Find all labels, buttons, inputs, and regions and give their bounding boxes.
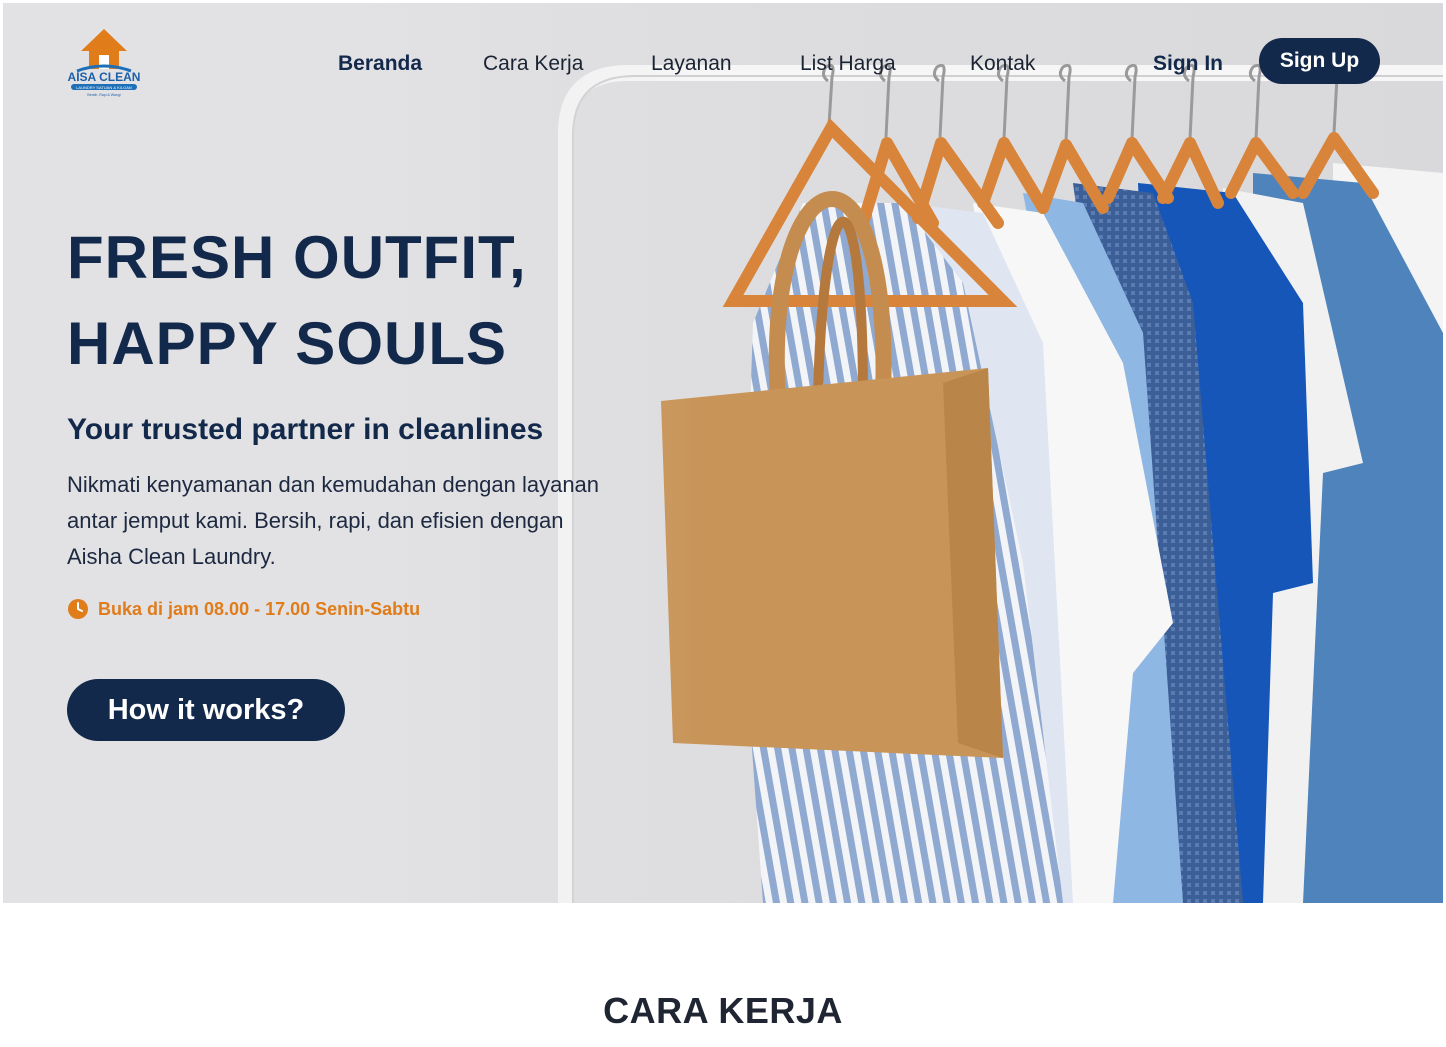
clock-icon	[68, 599, 88, 619]
nav-item-kontak[interactable]: Kontak	[970, 47, 1035, 81]
section-title-cara-kerja: CARA KERJA	[603, 990, 843, 1031]
hero-image	[3, 3, 1443, 903]
hero-section: AISA CLEAN LAUNDRY SATUAN & KILOAN Bersi…	[3, 3, 1443, 903]
svg-text:Bersih, Rapi & Wangi: Bersih, Rapi & Wangi	[87, 93, 120, 97]
hero-description-line2: antar jemput kami. Bersih, rapi, dan efi…	[67, 508, 564, 533]
nav-item-list-harga[interactable]: List Harga	[800, 47, 896, 81]
opening-hours: Buka di jam 08.00 - 17.00 Senin-Sabtu	[67, 597, 420, 621]
nav-item-beranda[interactable]: Beranda	[338, 47, 422, 81]
main-nav: Beranda Cara Kerja Layanan List Harga Ko…	[3, 47, 1443, 81]
opening-hours-text: Buka di jam 08.00 - 17.00 Senin-Sabtu	[98, 598, 421, 619]
how-it-works-button[interactable]: How it works?	[67, 679, 345, 741]
nav-item-cara-kerja[interactable]: Cara Kerja	[483, 47, 583, 81]
hero-headline-line2: HAPPY SOULS	[67, 310, 507, 377]
hero-description-line3: Aisha Clean Laundry.	[67, 544, 276, 569]
hero-description-line1: Nikmati kenyamanan dan kemudahan dengan …	[67, 472, 600, 497]
hero-headline: FRESH OUTFIT, HAPPY SOULS	[67, 215, 667, 387]
hero-subheading: Your trusted partner in cleanlines	[67, 413, 544, 446]
nav-item-layanan[interactable]: Layanan	[651, 47, 732, 81]
hero-headline-line1: FRESH OUTFIT,	[67, 224, 527, 291]
svg-text:LAUNDRY SATUAN & KILOAN: LAUNDRY SATUAN & KILOAN	[76, 85, 132, 90]
hero-description: Nikmati kenyamanan dan kemudahan dengan …	[67, 467, 667, 575]
sign-up-button[interactable]: Sign Up	[1259, 38, 1380, 84]
sign-in-link[interactable]: Sign In	[1153, 47, 1223, 81]
